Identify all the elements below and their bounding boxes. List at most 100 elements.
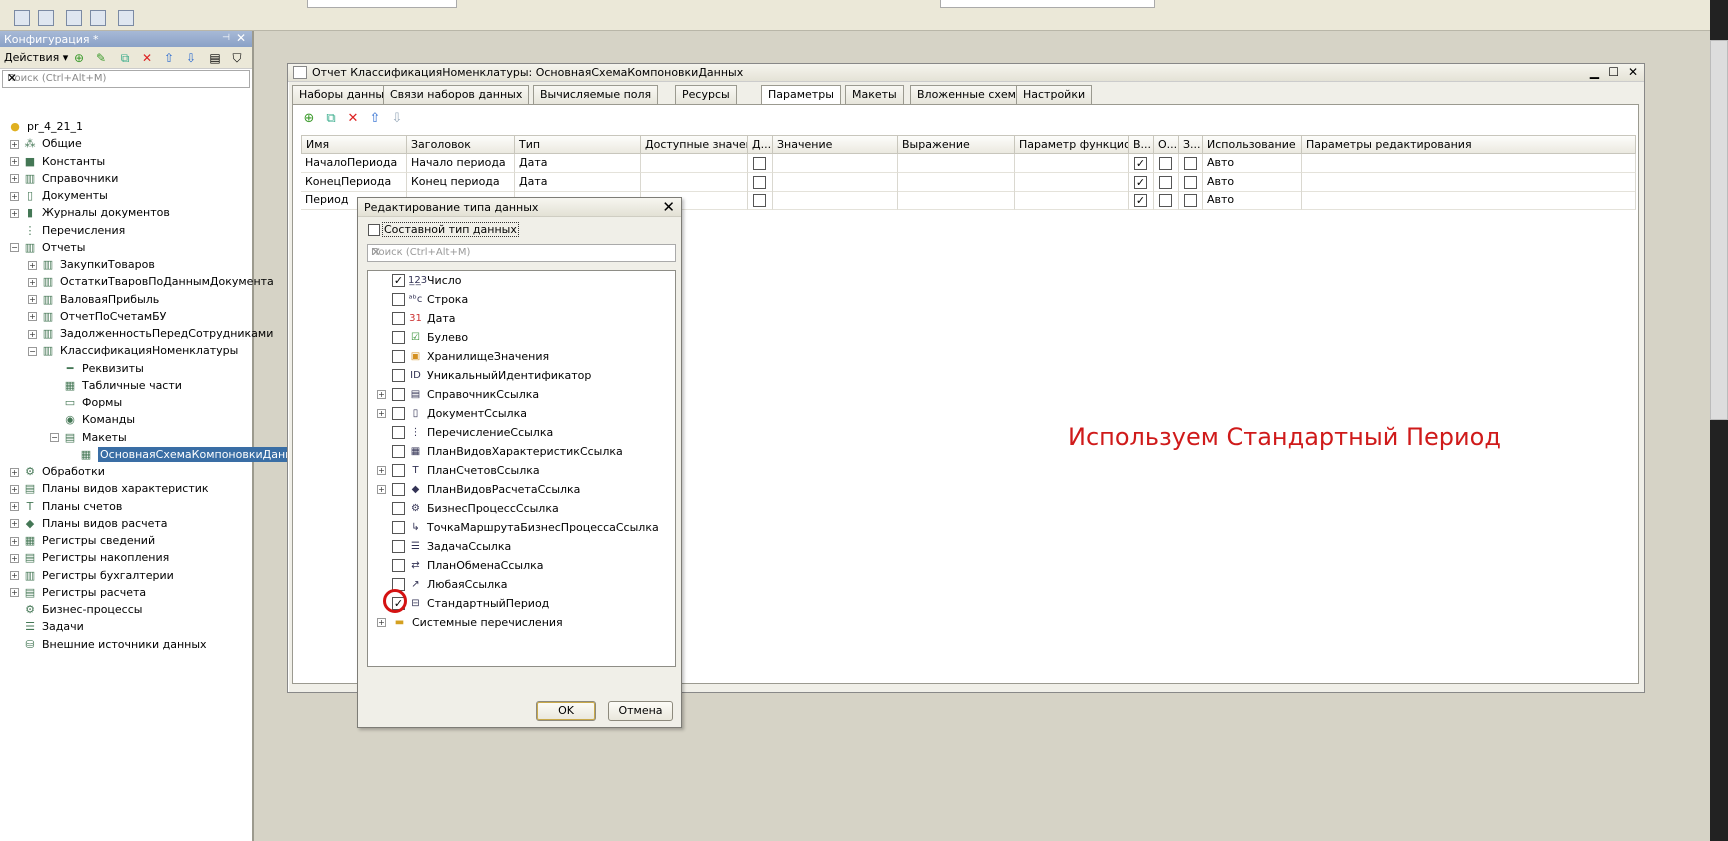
type-checkbox[interactable] bbox=[392, 426, 405, 439]
toolbar-button-1[interactable] bbox=[14, 10, 30, 26]
expand-icon[interactable]: − bbox=[28, 346, 37, 356]
checkbox[interactable] bbox=[1159, 194, 1172, 207]
sort-icon[interactable]: ▤ bbox=[208, 51, 222, 65]
type-checkbox[interactable] bbox=[392, 293, 405, 306]
table-cell[interactable] bbox=[641, 172, 748, 192]
toolbar-button-2[interactable] bbox=[38, 10, 54, 26]
ok-button[interactable]: OK bbox=[536, 701, 596, 721]
table-cell[interactable] bbox=[773, 172, 898, 192]
table-cell[interactable] bbox=[1302, 172, 1636, 192]
table-cell[interactable] bbox=[641, 154, 748, 173]
expand-icon[interactable]: + bbox=[28, 277, 37, 287]
expand-icon[interactable]: + bbox=[377, 409, 386, 418]
tree-item[interactable]: ☰ Задачи bbox=[10, 617, 84, 636]
table-cell[interactable] bbox=[898, 154, 1015, 173]
table-cell[interactable] bbox=[898, 191, 1015, 210]
tree-item[interactable]: + ▤ Регистры накопления bbox=[10, 548, 169, 567]
type-checkbox[interactable] bbox=[392, 312, 405, 325]
expand-icon[interactable]: + bbox=[10, 208, 19, 218]
type-checkbox[interactable] bbox=[392, 369, 405, 382]
table-cell[interactable] bbox=[1179, 154, 1203, 173]
move-up-icon[interactable]: ⇧ bbox=[367, 111, 383, 127]
tree-item[interactable]: ━ Реквизиты bbox=[50, 359, 144, 378]
expand-icon[interactable]: + bbox=[10, 174, 19, 184]
pin-icon[interactable]: ⊣ bbox=[222, 33, 230, 43]
table-cell[interactable] bbox=[1154, 154, 1179, 173]
tree-item[interactable]: + ▥ ОтчетПоСчетамБУ bbox=[28, 307, 166, 326]
actions-menu[interactable]: Действия ▾ bbox=[4, 51, 68, 64]
checkbox[interactable] bbox=[753, 157, 766, 170]
type-list-item[interactable]: 31 Дата bbox=[368, 309, 668, 328]
tree-item[interactable]: ▭ Формы bbox=[50, 393, 122, 412]
type-list-item[interactable]: + ▯ ДокументСсылка bbox=[368, 404, 668, 423]
tree-item[interactable]: + ▥ Регистры бухгалтерии bbox=[10, 566, 174, 585]
type-list-item[interactable]: ⇄ ПланОбменаСсылка bbox=[368, 556, 668, 575]
tree-item[interactable]: + ▦ Регистры сведений bbox=[10, 531, 155, 550]
expand-icon[interactable]: + bbox=[10, 536, 19, 546]
type-checkbox[interactable] bbox=[392, 521, 405, 534]
tree-item[interactable]: + ▥ ОстаткиТвaровПоДаннымДокумента bbox=[28, 272, 274, 291]
clear-search-icon[interactable]: ✕ bbox=[371, 245, 671, 259]
tab-7[interactable]: Настройки bbox=[1016, 85, 1093, 104]
type-checkbox[interactable] bbox=[392, 540, 405, 553]
table-cell[interactable]: Авто bbox=[1203, 191, 1302, 210]
expand-icon[interactable]: + bbox=[10, 553, 19, 563]
expand-icon[interactable]: + bbox=[28, 312, 37, 322]
table-cell[interactable]: Начало периода bbox=[407, 154, 515, 173]
checkbox[interactable] bbox=[1184, 194, 1197, 207]
toolbar-button-3[interactable] bbox=[66, 10, 82, 26]
tree-item[interactable]: + ◆ Планы видов расчета bbox=[10, 514, 168, 533]
toolbar-field-2[interactable] bbox=[940, 0, 1155, 8]
table-cell[interactable] bbox=[1154, 191, 1179, 210]
expand-icon[interactable]: + bbox=[10, 157, 19, 166]
tree-item[interactable]: + ▮ Журналы документов bbox=[10, 203, 170, 222]
composite-type-checkbox[interactable]: Составной тип данных bbox=[368, 222, 519, 239]
tab-4[interactable]: Параметры bbox=[761, 85, 841, 105]
type-list-item[interactable]: ⚙ БизнесПроцессСсылка bbox=[368, 499, 668, 518]
type-list-item[interactable]: ☑ Булево bbox=[368, 328, 668, 347]
tab-0[interactable]: Наборы данных bbox=[292, 85, 398, 104]
delete-icon[interactable]: ✕ bbox=[140, 51, 154, 65]
table-cell[interactable] bbox=[1129, 191, 1154, 210]
type-checkbox[interactable] bbox=[392, 483, 405, 496]
expand-icon[interactable]: + bbox=[10, 467, 19, 477]
move-down-icon[interactable]: ⇩ bbox=[389, 111, 405, 127]
copy-icon[interactable]: ⧉ bbox=[323, 111, 339, 127]
close-icon[interactable]: ✕ bbox=[236, 31, 246, 45]
checkbox[interactable] bbox=[1159, 175, 1172, 189]
table-cell[interactable]: НачалоПериода bbox=[301, 154, 407, 173]
table-cell[interactable] bbox=[1154, 172, 1179, 192]
expand-icon[interactable]: − bbox=[10, 243, 19, 253]
tab-1[interactable]: Связи наборов данных bbox=[383, 85, 530, 104]
tab-6[interactable]: Вложенные схемы bbox=[910, 85, 1032, 104]
expand-icon[interactable]: + bbox=[28, 329, 37, 339]
expand-icon[interactable]: + bbox=[377, 466, 386, 475]
tree-item[interactable]: + T Планы счетов bbox=[10, 497, 122, 516]
tab-5[interactable]: Макеты bbox=[845, 85, 904, 104]
table-cell[interactable] bbox=[1129, 172, 1154, 192]
type-list-item[interactable]: ⊟ СтандартныйПериод bbox=[368, 594, 668, 613]
cancel-button[interactable]: Отмена bbox=[608, 701, 673, 721]
tree-item[interactable]: + ■ Константы bbox=[10, 152, 105, 171]
table-cell[interactable]: Дата bbox=[515, 154, 641, 173]
table-cell[interactable] bbox=[1179, 172, 1203, 192]
table-cell[interactable] bbox=[748, 172, 773, 192]
tree-item[interactable]: + ▤ Регистры расчета bbox=[10, 583, 146, 602]
type-list-item[interactable]: ⋮ ПеречислениеСсылка bbox=[368, 423, 668, 442]
minimize-icon[interactable]: ▁ bbox=[1590, 65, 1599, 79]
type-list-item[interactable]: ☰ ЗадачаСсылка bbox=[368, 537, 668, 556]
tree-item[interactable]: − ▥ КлассификацияНоменклатуры bbox=[28, 341, 238, 360]
toolbar-button-4[interactable] bbox=[90, 10, 106, 26]
type-checkbox[interactable] bbox=[392, 464, 405, 477]
tree-item[interactable]: ⛁ Внешние источники данных bbox=[10, 635, 206, 654]
table-cell[interactable] bbox=[1129, 154, 1154, 173]
expand-icon[interactable]: + bbox=[10, 139, 19, 149]
tree-item[interactable]: ◉ Команды bbox=[50, 410, 135, 429]
type-search-input[interactable]: Поиск (Ctrl+Alt+M) ✕ bbox=[367, 244, 676, 262]
tree-item[interactable]: − ▤ Макеты bbox=[50, 428, 127, 447]
tree-item[interactable]: ⋮ Перечисления bbox=[10, 221, 126, 240]
type-list-item[interactable]: + T ПланСчетовСсылка bbox=[368, 461, 668, 480]
checkbox[interactable] bbox=[753, 175, 766, 189]
type-list-item[interactable]: 1̲2̲3Число bbox=[368, 271, 668, 290]
type-list-item[interactable]: ᵃᵇc Строка bbox=[368, 290, 668, 309]
